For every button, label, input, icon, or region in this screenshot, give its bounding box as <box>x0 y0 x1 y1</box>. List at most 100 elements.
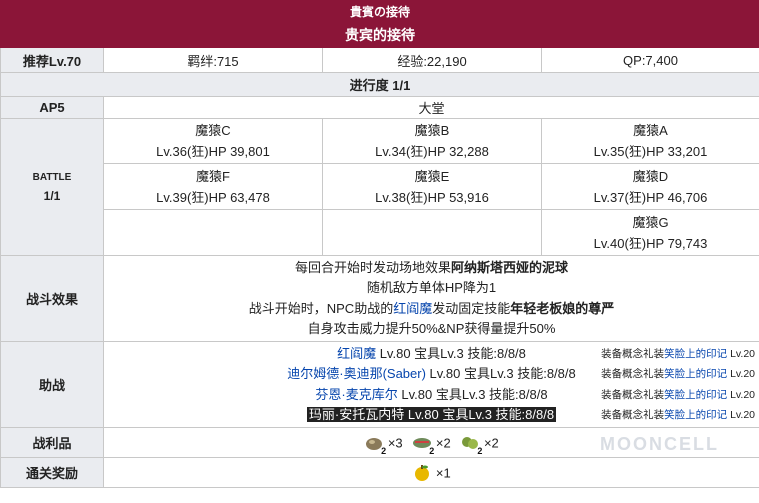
support-ce: 装备概念礼装笑脸上的印记 Lv.20 <box>601 344 755 365</box>
enemy-stats: Lv.39(狂)HP 63,478 <box>156 189 270 205</box>
enemy-name: 魔猿C <box>195 123 231 138</box>
watermark: MOONCELL <box>600 434 719 454</box>
quest-title-row: 貴賓の接待 贵宾的接待 <box>0 0 759 48</box>
support-entry-highlighted: 玛丽·安托瓦内特 Lv.80 宝具Lv.3 技能:8/8/8 装备概念礼装笑脸上… <box>104 405 759 426</box>
enemy-cell: 魔猿B Lv.34(狂)HP 32,288 <box>322 118 542 164</box>
recommended-level: 推荐Lv.70 <box>0 47 104 73</box>
item-badge: 2 <box>429 445 435 456</box>
ce-level: Lv.20 <box>727 388 755 401</box>
effects-text: 每回合开始时发动场地效果阿纳斯塔西娅的泥球 随机敌方单体HP降为1 战斗开始时，… <box>103 255 759 342</box>
battle-row-3: 魔猿G Lv.40(狂)HP 79,743 <box>1 209 759 256</box>
ce-link[interactable]: 笑脸上的印记 <box>664 348 727 360</box>
enemy-stats: Lv.38(狂)HP 53,916 <box>375 189 489 205</box>
skill-name: 年轻老板娘的尊严 <box>510 300 615 316</box>
ce-prefix: 装备概念礼装 <box>601 368 665 380</box>
enemy-cell: 魔猿D Lv.37(狂)HP 46,706 <box>541 163 759 210</box>
clear-reward-label: 通关奖励 <box>0 457 104 488</box>
enemy-stats: Lv.36(狂)HP 39,801 <box>156 144 270 159</box>
enemy-stats: Lv.34(狂)HP 32,288 <box>375 144 489 159</box>
ce-level: Lv.20 <box>727 347 755 360</box>
enemy-cell-empty <box>103 209 323 256</box>
support-entry: 红阎魔 Lv.80 宝具Lv.3 技能:8/8/8 装备概念礼装笑脸上的印记 L… <box>104 344 759 365</box>
ce-prefix: 装备概念礼装 <box>601 388 665 401</box>
servant-link[interactable]: 红阎魔 <box>393 301 432 316</box>
clear-reward-cell: ×1 <box>103 457 759 488</box>
enemy-name: 魔猿G <box>632 214 669 230</box>
enemy-cell: 魔猿G Lv.40(狂)HP 79,743 <box>541 209 759 256</box>
progress-label: 进行度 1/1 <box>0 72 759 97</box>
progress-row: 进行度 1/1 <box>0 72 759 97</box>
item-count: ×2 <box>483 435 499 450</box>
support-detail: Lv.80 宝具Lv.3 技能:8/8/8 <box>376 345 526 361</box>
leaf-item-icon: 2 <box>460 433 483 456</box>
ce-prefix: 装备概念礼装 <box>601 409 665 421</box>
reward-item[interactable]: ×1 <box>412 463 451 483</box>
battle-row-1: BATTLE 1/1 魔猿C Lv.36(狂)HP 39,801 魔猿B Lv.… <box>0 118 759 256</box>
qp-value: QP:7,400 <box>541 47 759 73</box>
location-label: 大堂 <box>103 96 759 119</box>
ce-level: Lv.20 <box>727 368 755 380</box>
enemy-name: 魔猿A <box>633 123 668 138</box>
item-count: ×2 <box>435 435 451 450</box>
support-ce: 装备概念礼装笑脸上的印记 Lv.20 <box>601 405 755 426</box>
ce-level: Lv.20 <box>727 409 755 421</box>
enemy-cell-empty <box>322 209 542 256</box>
ce-link[interactable]: 笑脸上的印记 <box>664 368 727 380</box>
clear-reward-row: 通关奖励 ×1 <box>0 457 759 488</box>
quest-table: 貴賓の接待 贵宾的接待 推荐Lv.70 羁绊:715 经验:22,190 QP:… <box>0 0 759 488</box>
fish-item-icon: 2 <box>412 433 435 456</box>
enemy-name: 魔猿E <box>414 168 450 184</box>
enemy-cell: 魔猿C Lv.36(狂)HP 39,801 <box>103 118 323 164</box>
support-detail: Lv.80 宝具Lv.3 技能:8/8/8 <box>425 366 576 381</box>
effect-text: 每回合开始时发动场地效果 <box>294 259 451 275</box>
effects-label: 战斗效果 <box>0 255 104 342</box>
enemy-name: 魔猿F <box>196 168 230 184</box>
quest-title-jp: 貴賓の接待 <box>349 5 410 19</box>
battle-row-2: 魔猿F Lv.39(狂)HP 63,478 魔猿E Lv.38(狂)HP 53,… <box>1 163 759 210</box>
item-badge: 2 <box>477 445 483 456</box>
quest-title-cn: 贵宾的接待 <box>345 27 415 43</box>
ce-link[interactable]: 笑脸上的印记 <box>664 389 727 401</box>
enemy-cell: 魔猿A Lv.35(狂)HP 33,201 <box>541 118 759 164</box>
ce-link[interactable]: 笑脸上的印记 <box>664 409 727 421</box>
effect-line: 随机敌方单体HP降为1 <box>366 280 497 295</box>
drop-item[interactable]: 2 ×3 <box>364 433 403 456</box>
drop-item[interactable]: 2 ×2 <box>460 433 499 456</box>
effect-line: 战斗开始时，NPC助战的红阎魔发动固定技能年轻老板娘的尊严 <box>104 299 759 320</box>
battle-label-title: BATTLE <box>32 172 72 183</box>
effect-text: 战斗开始时，NPC助战的 <box>248 300 394 316</box>
effect-line: 自身攻击威力提升50%&NP获得量提升50% <box>307 321 556 336</box>
support-servant-link[interactable]: 红阎魔 <box>337 346 376 361</box>
ap-label: AP5 <box>0 96 104 119</box>
ce-prefix: 装备概念礼装 <box>601 347 665 360</box>
seed-item-icon: 2 <box>364 433 387 456</box>
support-ce: 装备概念礼装笑脸上的印记 Lv.20 <box>601 364 755 385</box>
exp-value: 经验:22,190 <box>322 47 542 73</box>
drops-label: 战利品 <box>0 427 104 458</box>
effect-text: 发动固定技能 <box>432 300 511 316</box>
battle-label: BATTLE 1/1 <box>0 118 104 256</box>
golden-apple-icon <box>412 463 432 483</box>
support-list: 红阎魔 Lv.80 宝具Lv.3 技能:8/8/8 装备概念礼装笑脸上的印记 L… <box>103 341 759 428</box>
support-servant-link[interactable]: 玛丽·安托瓦内特 <box>309 407 404 422</box>
highlighted-support[interactable]: 玛丽·安托瓦内特 Lv.80 宝具Lv.3 技能:8/8/8 <box>306 407 557 422</box>
enemy-stats: Lv.40(狂)HP 79,743 <box>593 235 708 251</box>
field-effect-name: 阿纳斯塔西娅的泥球 <box>451 259 569 275</box>
effects-row: 战斗效果 每回合开始时发动场地效果阿纳斯塔西娅的泥球 随机敌方单体HP降为1 战… <box>0 255 759 342</box>
support-entry: 迪尔姆德·奥迪那(Saber) Lv.80 宝具Lv.3 技能:8/8/8 装备… <box>104 364 759 385</box>
drops-row: 战利品 MOONCELL 2 ×3 2 ×2 2 ×2 <box>0 427 759 458</box>
support-servant-link[interactable]: 迪尔姆德·奥迪那(Saber) <box>287 366 426 381</box>
enemy-name: 魔猿D <box>632 168 669 184</box>
support-row: 助战 红阎魔 Lv.80 宝具Lv.3 技能:8/8/8 装备概念礼装笑脸上的印… <box>0 341 759 428</box>
summary-row: 推荐Lv.70 羁绊:715 经验:22,190 QP:7,400 <box>0 47 759 73</box>
bond-value: 羁绊:715 <box>103 47 323 73</box>
enemy-stats: Lv.35(狂)HP 33,201 <box>593 144 708 159</box>
enemy-cell: 魔猿E Lv.38(狂)HP 53,916 <box>322 163 542 210</box>
effect-line: 每回合开始时发动场地效果阿纳斯塔西娅的泥球 <box>104 258 759 279</box>
support-servant-link[interactable]: 芬恩·麦克库尔 <box>315 387 397 402</box>
item-badge: 2 <box>381 445 387 456</box>
item-count: ×3 <box>387 435 403 450</box>
ap-row: AP5 大堂 <box>0 96 759 119</box>
drop-item[interactable]: 2 ×2 <box>412 433 451 456</box>
support-detail: Lv.80 宝具Lv.3 技能:8/8/8 <box>404 407 555 422</box>
